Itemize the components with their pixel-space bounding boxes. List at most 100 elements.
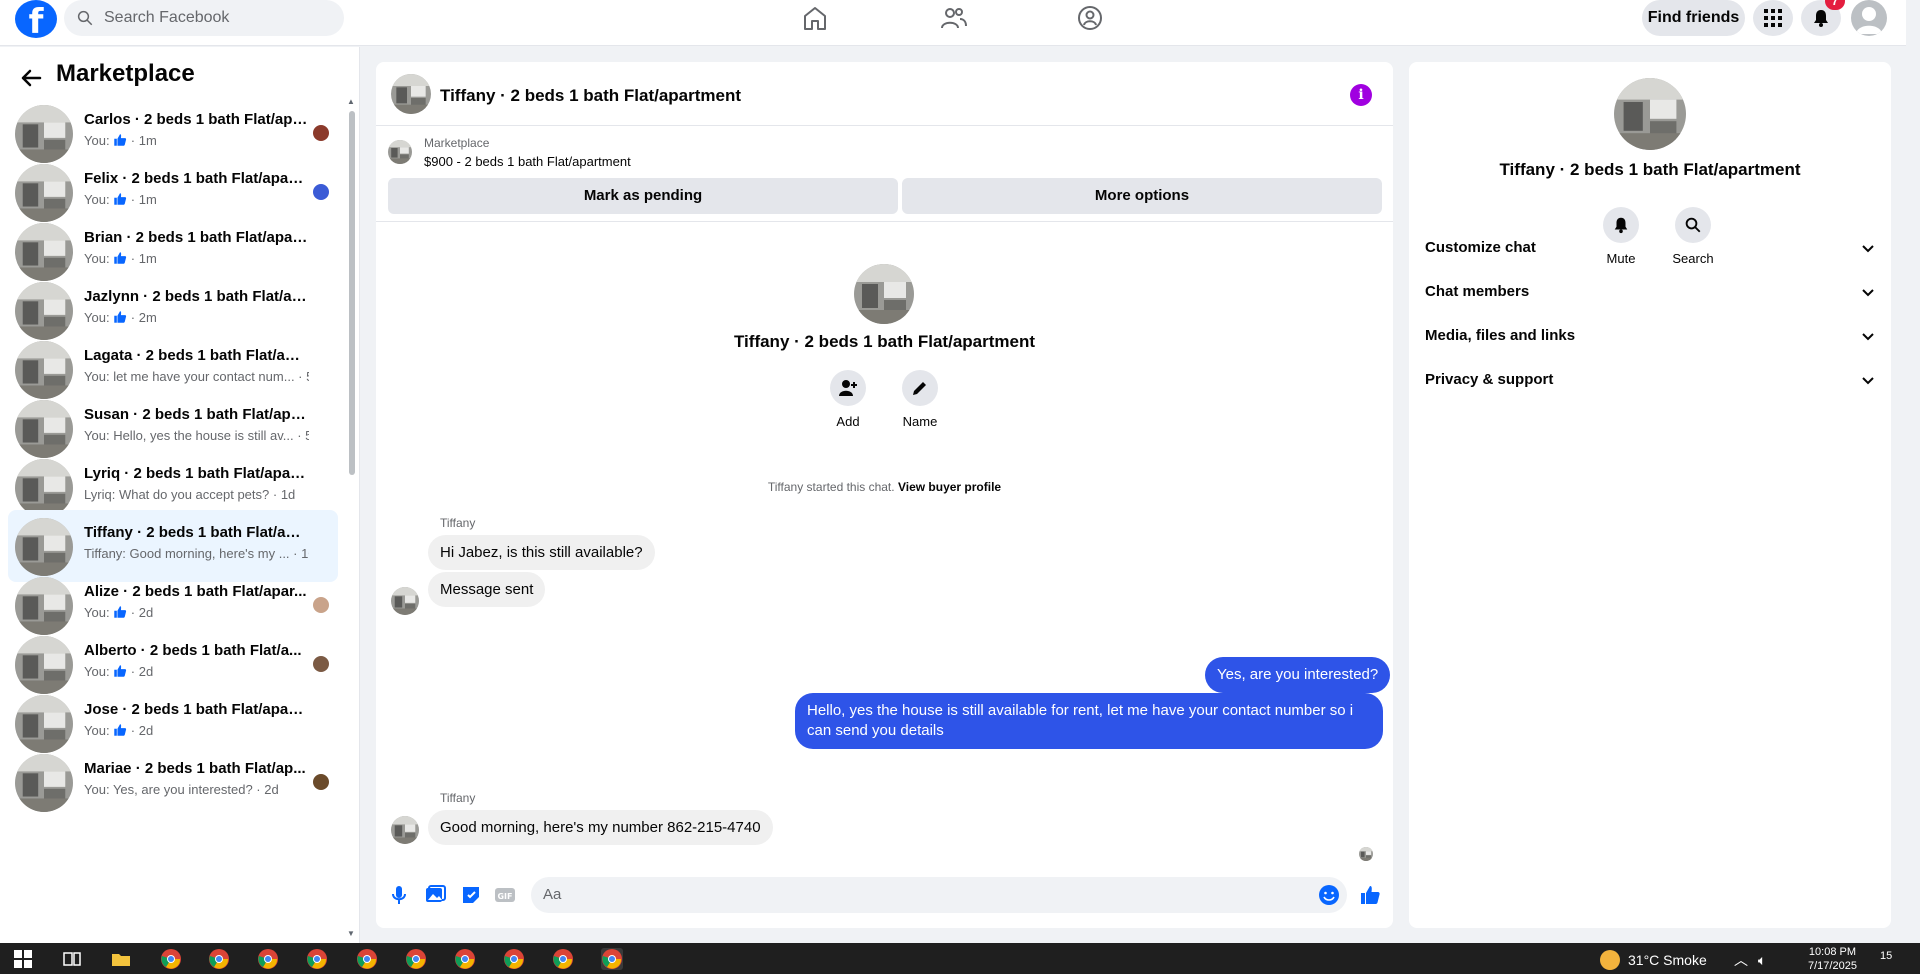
add-person-icon — [839, 380, 857, 396]
emoji-icon[interactable] — [1318, 884, 1340, 906]
task-view-icon[interactable] — [61, 948, 83, 970]
like-icon[interactable] — [1359, 884, 1381, 906]
preview-text: Good morning, here's my ... — [129, 546, 290, 561]
microphone-icon[interactable] — [388, 884, 410, 906]
profile-picture[interactable] — [854, 264, 914, 324]
outgoing-message[interactable]: Yes, are you interested? — [1205, 657, 1391, 693]
friends-icon[interactable] — [938, 4, 968, 32]
preview-text: Yes, are you interested? — [112, 782, 253, 797]
listing-price[interactable]: $900 - 2 beds 1 bath Flat/apartment — [424, 154, 631, 169]
gif-icon[interactable]: GIF — [494, 884, 516, 906]
home-icon[interactable] — [800, 4, 830, 32]
system-tray[interactable]: ︿ 🔈︎ — [1734, 950, 1766, 970]
back-arrow-icon[interactable] — [18, 65, 44, 91]
sender-avatar[interactable] — [391, 587, 419, 615]
windows-taskbar: 31°C Smoke ︿ 🔈︎ 10:08 PM 7/17/2025 15 — [0, 943, 1920, 974]
preview-time: 1m — [138, 133, 157, 148]
sidebar-title: Marketplace — [56, 60, 195, 87]
conversation-preview: You: · 2d — [84, 664, 154, 679]
conversation-thumbnail — [15, 282, 73, 340]
preview-prefix: You: — [84, 369, 110, 384]
profile-name: Tiffany · 2 beds 1 bath Flat/apartment — [733, 332, 1036, 351]
sender-avatar[interactable] — [391, 816, 419, 844]
chevron-up-icon[interactable]: ︿ — [1734, 952, 1748, 968]
preview-prefix: You: — [84, 133, 110, 148]
search-input[interactable]: Search Facebook — [64, 0, 344, 36]
groups-icon[interactable] — [1075, 4, 1105, 32]
conversation-thumbnail — [15, 754, 73, 812]
clock[interactable]: 10:08 PM 7/17/2025 — [1808, 945, 1857, 973]
chrome-icon[interactable] — [601, 948, 623, 970]
conversation-name: Alberto · 2 beds 1 bath Flat/a... — [84, 642, 302, 659]
incoming-message[interactable]: Hi Jabez, is this still available? — [428, 535, 655, 570]
add-button[interactable]: Add — [818, 370, 878, 429]
listing-thumbnail[interactable] — [388, 140, 412, 164]
volume-icon[interactable]: 🔈︎ — [1758, 952, 1766, 968]
info-profile-picture[interactable] — [1614, 78, 1686, 150]
search-icon — [77, 10, 93, 26]
notification-center-count[interactable]: 15 — [1880, 950, 1892, 962]
chrome-icon[interactable] — [160, 948, 182, 970]
info-section-media-files-and-links[interactable]: Media, files and links — [1425, 318, 1875, 354]
windows-start-icon[interactable] — [12, 948, 34, 970]
incoming-message[interactable]: Good morning, here's my number 862-215-4… — [428, 810, 773, 845]
account-avatar[interactable] — [1851, 0, 1887, 36]
preview-time: 2d — [138, 664, 154, 679]
taskbar-app-icon[interactable] — [208, 948, 230, 970]
scroll-down-arrow[interactable]: ▼ — [347, 929, 355, 938]
scroll-up-arrow[interactable]: ▲ — [347, 97, 355, 106]
chrome-icon[interactable] — [356, 948, 378, 970]
name-button[interactable]: Name — [890, 370, 950, 429]
message-input[interactable]: Aa — [531, 877, 1347, 913]
preview-time: 1m — [138, 251, 157, 266]
sticker-icon[interactable] — [460, 884, 482, 906]
sender-name: Tiffany — [440, 791, 476, 805]
section-label: Chat members — [1425, 283, 1530, 300]
conversation-name: Susan · 2 beds 1 bath Flat/apart... — [84, 406, 309, 423]
weather-icon — [1600, 950, 1620, 970]
facebook-logo[interactable]: f — [15, 0, 57, 38]
sidebar-scrollbar[interactable] — [349, 111, 355, 475]
photo-icon[interactable] — [424, 884, 446, 906]
conversation-name: Lyriq · 2 beds 1 bath Flat/apartm... — [84, 465, 309, 482]
like-icon — [113, 251, 127, 266]
chrome-icon[interactable] — [552, 948, 574, 970]
chat-title[interactable]: Tiffany · 2 beds 1 bath Flat/apartment — [440, 86, 741, 106]
outgoing-message[interactable]: Hello, yes the house is still available … — [795, 693, 1383, 749]
conversation-thumbnail — [15, 518, 73, 576]
menu-grid-button[interactable] — [1753, 0, 1793, 36]
chrome-icon[interactable] — [405, 948, 427, 970]
chat-thumbnail[interactable] — [391, 74, 431, 114]
preview-prefix: You: — [84, 605, 110, 620]
chevron-down-icon — [1862, 245, 1874, 253]
chrome-icon[interactable] — [454, 948, 476, 970]
info-section-privacy-support[interactable]: Privacy & support — [1425, 362, 1875, 398]
listing-bar: Marketplace $900 - 2 beds 1 bath Flat/ap… — [376, 126, 1393, 222]
chat-info-panel: Tiffany · 2 beds 1 bath Flat/apartment M… — [1409, 62, 1891, 928]
preview-prefix: You: — [84, 782, 110, 797]
chrome-icon[interactable] — [257, 948, 279, 970]
conversation-thumbnail — [15, 459, 73, 517]
svg-text:GIF: GIF — [497, 892, 512, 901]
seen-avatar — [313, 184, 329, 200]
weather-widget[interactable]: 31°C Smoke — [1600, 950, 1707, 970]
chrome-icon[interactable] — [306, 948, 328, 970]
view-buyer-profile-link[interactable]: View buyer profile — [898, 480, 1001, 494]
preview-time: 2d — [138, 723, 154, 738]
conversation-list: Carlos · 2 beds 1 bath Flat/apa... You: ·… — [8, 97, 338, 812]
info-icon[interactable]: i — [1350, 84, 1372, 106]
section-label: Privacy & support — [1425, 371, 1554, 388]
file-explorer-icon[interactable] — [110, 948, 132, 970]
info-section-customize-chat[interactable]: Customize chat — [1425, 230, 1875, 266]
conversation-item[interactable]: Mariae · 2 beds 1 bath Flat/ap... You: Ye… — [8, 746, 338, 818]
conversation-thumbnail — [15, 695, 73, 753]
info-section-chat-members[interactable]: Chat members — [1425, 274, 1875, 310]
chrome-icon[interactable] — [503, 948, 525, 970]
mark-as-pending-button[interactable]: Mark as pending — [388, 178, 898, 214]
like-icon — [113, 133, 127, 148]
incoming-message[interactable]: Message sent — [428, 572, 546, 607]
more-options-button[interactable]: More options — [902, 178, 1382, 214]
find-friends-button[interactable]: Find friends — [1642, 0, 1745, 36]
preview-time: 2m — [138, 310, 157, 325]
add-label: Add — [836, 414, 860, 429]
